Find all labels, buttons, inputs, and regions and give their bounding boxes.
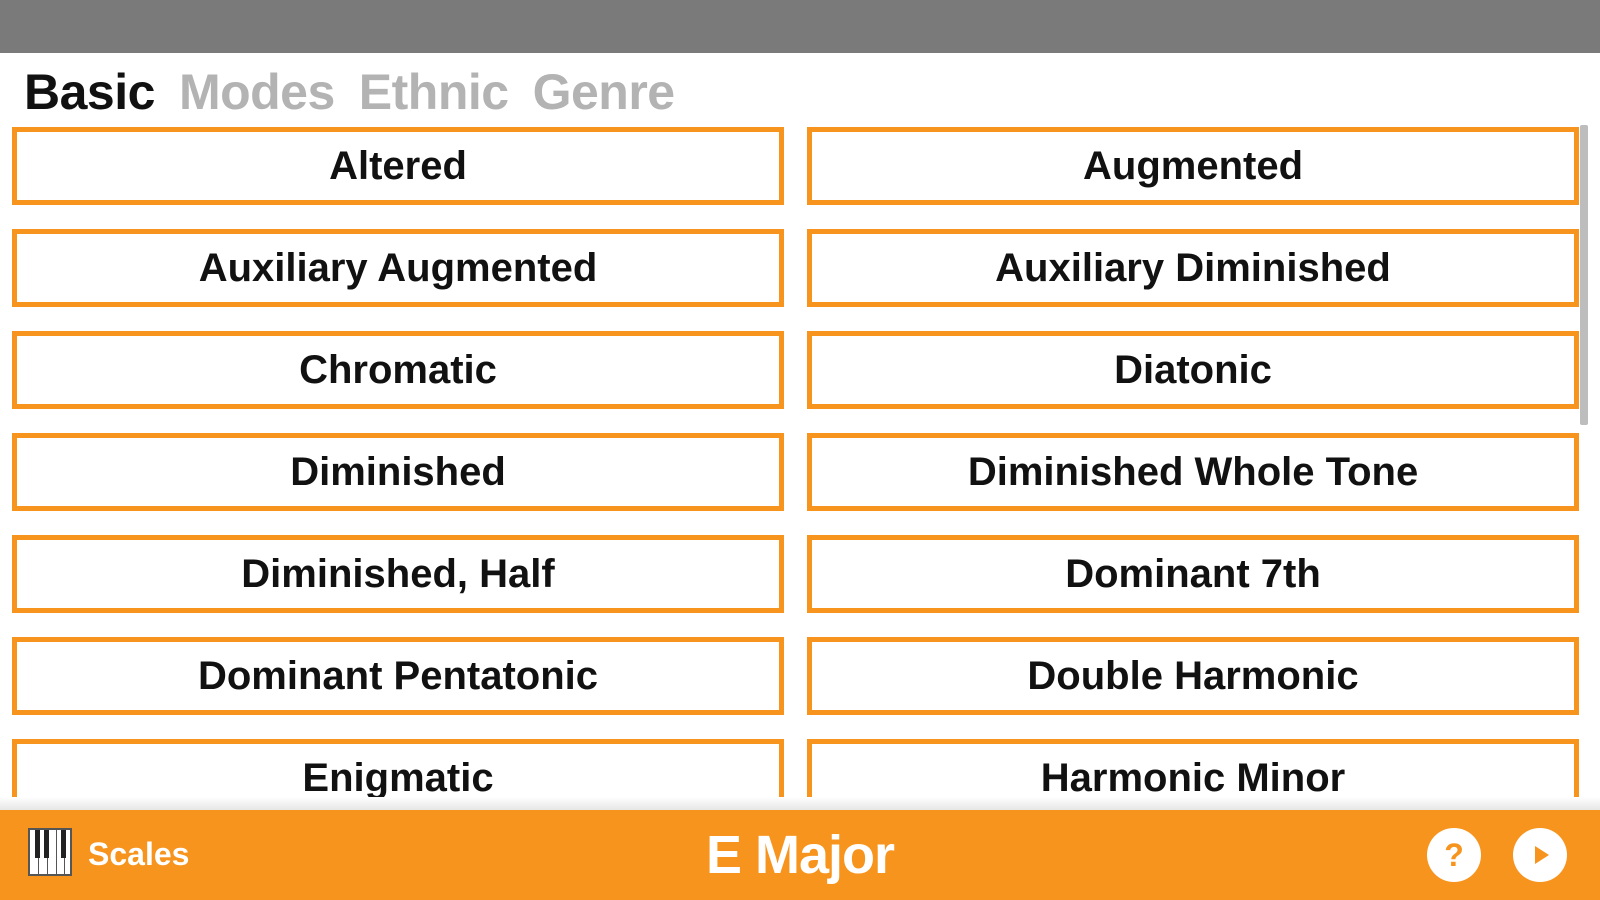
help-icon: ? (1444, 836, 1464, 873)
scale-button-diminished-half[interactable]: Diminished, Half (12, 535, 784, 613)
scale-button-auxiliary-augmented[interactable]: Auxiliary Augmented (12, 229, 784, 307)
scale-button-dominant-pentatonic[interactable]: Dominant Pentatonic (12, 637, 784, 715)
scale-button-dominant-7th[interactable]: Dominant 7th (807, 535, 1579, 613)
tab-basic[interactable]: Basic (24, 63, 155, 121)
scale-button-diminished-whole-tone[interactable]: Diminished Whole Tone (807, 433, 1579, 511)
help-button[interactable]: ? (1427, 828, 1481, 882)
status-bar (0, 0, 1600, 53)
scale-button-enigmatic[interactable]: Enigmatic (12, 739, 784, 797)
scale-list[interactable]: Altered Augmented Auxiliary Augmented Au… (0, 125, 1600, 797)
bottom-bar-shadow (0, 797, 1600, 810)
app-section-label[interactable]: Scales (88, 832, 189, 876)
scale-grid: Altered Augmented Auxiliary Augmented Au… (12, 127, 1582, 797)
tab-ethnic[interactable]: Ethnic (359, 63, 509, 121)
scale-button-double-harmonic[interactable]: Double Harmonic (807, 637, 1579, 715)
list-scrollbar[interactable] (1580, 125, 1588, 425)
category-tabs: Basic Modes Ethnic Genre (24, 62, 675, 122)
play-button[interactable] (1513, 828, 1567, 882)
scale-button-harmonic-minor[interactable]: Harmonic Minor (807, 739, 1579, 797)
scale-button-diatonic[interactable]: Diatonic (807, 331, 1579, 409)
scale-button-altered[interactable]: Altered (12, 127, 784, 205)
tab-genre[interactable]: Genre (533, 63, 676, 121)
current-scale-title: E Major (705, 825, 895, 885)
scale-button-chromatic[interactable]: Chromatic (12, 331, 784, 409)
scale-button-auxiliary-diminished[interactable]: Auxiliary Diminished (807, 229, 1579, 307)
play-icon (1535, 846, 1549, 864)
scale-button-diminished[interactable]: Diminished (12, 433, 784, 511)
tab-modes[interactable]: Modes (179, 63, 335, 121)
scale-button-augmented[interactable]: Augmented (807, 127, 1579, 205)
piano-icon[interactable] (28, 828, 72, 876)
